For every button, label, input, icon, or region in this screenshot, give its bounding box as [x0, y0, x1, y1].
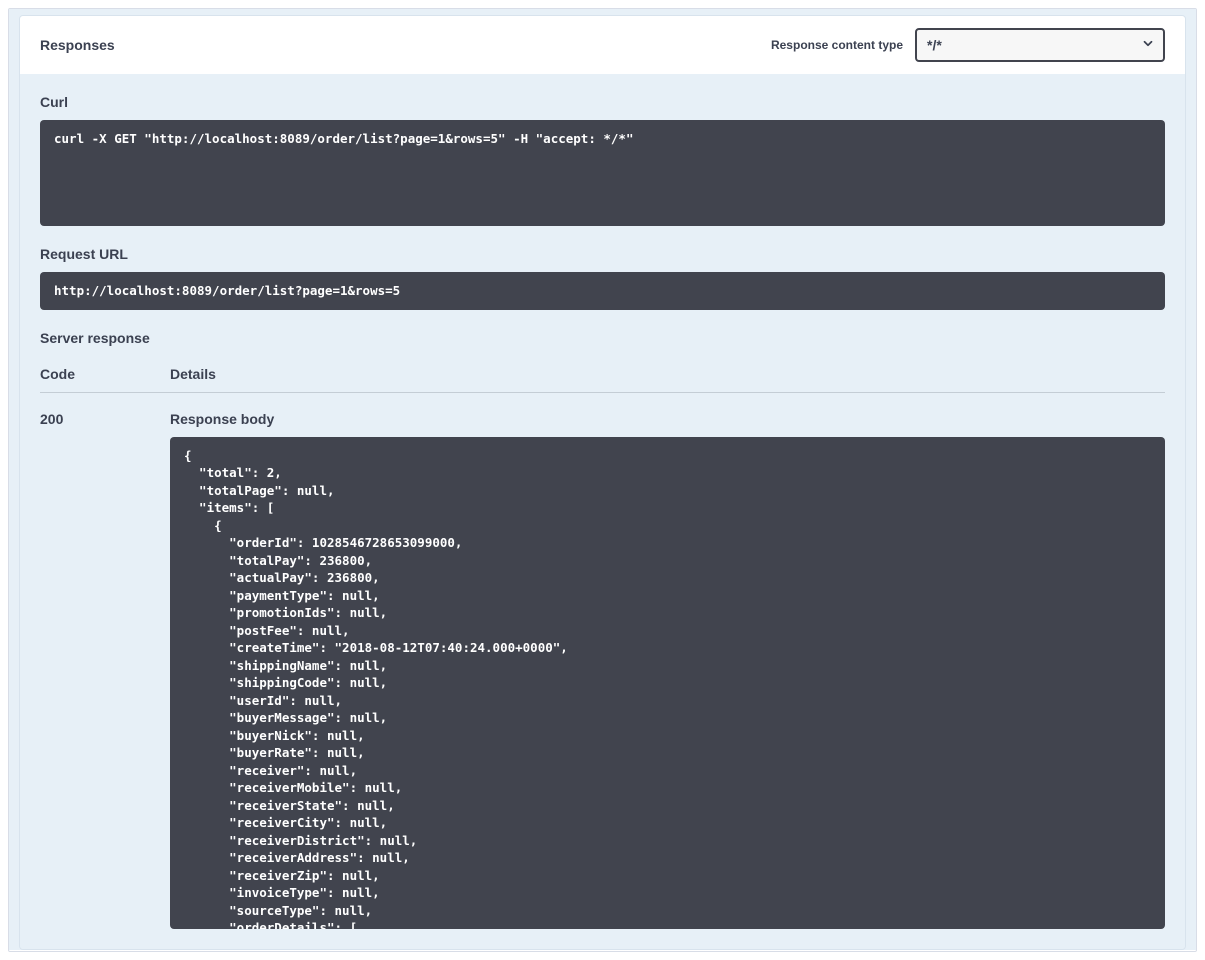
col-details-header: Details [170, 366, 1165, 382]
content-type-label: Response content type [771, 38, 903, 52]
responses-body: Curl curl -X GET "http://localhost:8089/… [20, 74, 1185, 949]
content-stripe: Responses Response content type */* Curl [9, 9, 1196, 950]
response-code: 200 [40, 411, 170, 929]
table-head: Code Details [40, 356, 1165, 393]
content-type-select-wrap: */* [915, 28, 1165, 62]
page-container: Responses Response content type */* Curl [8, 8, 1197, 952]
server-response-label: Server response [40, 330, 1165, 346]
responses-title: Responses [40, 37, 115, 53]
response-body-box[interactable]: { "total": 2, "totalPage": null, "items"… [170, 437, 1165, 929]
responses-panel: Responses Response content type */* Curl [19, 15, 1186, 950]
col-code-header: Code [40, 366, 170, 382]
response-table: Code Details 200 Response body { "total"… [40, 356, 1165, 929]
request-url-label: Request URL [40, 246, 1165, 262]
responses-header: Responses Response content type */* [20, 16, 1185, 74]
content-type-select[interactable]: */* [915, 28, 1165, 62]
curl-label: Curl [40, 94, 1165, 110]
request-url-box[interactable]: http://localhost:8089/order/list?page=1&… [40, 272, 1165, 310]
content-type-wrap: Response content type */* [771, 28, 1165, 62]
response-body-label: Response body [170, 411, 1165, 427]
table-row: 200 Response body { "total": 2, "totalPa… [40, 393, 1165, 929]
curl-command-box[interactable]: curl -X GET "http://localhost:8089/order… [40, 120, 1165, 226]
details-cell: Response body { "total": 2, "totalPage":… [170, 411, 1165, 929]
